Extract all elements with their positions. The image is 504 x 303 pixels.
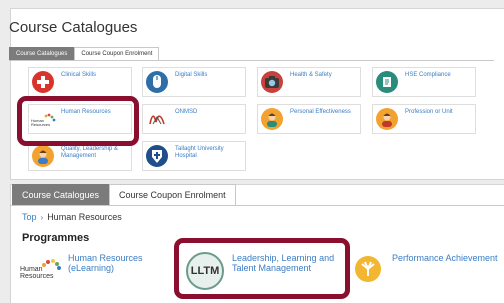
programme-label: Performance Achievement	[392, 253, 498, 263]
highlight-box-lltm	[174, 238, 350, 299]
top-tab-bar: Course Catalogues Course Coupon Enrolmen…	[9, 47, 160, 60]
catalogue-tile-personal-effectiveness[interactable]: Personal Effectiveness	[257, 104, 361, 134]
tab-course-coupon-enrolment[interactable]: Course Coupon Enrolment	[74, 47, 160, 60]
onmsd-logo	[146, 108, 168, 130]
tab-divider	[10, 205, 504, 206]
bottom-tab-bar: Course Catalogues Course Coupon Enrolmen…	[12, 184, 236, 206]
catalogue-tile-label: Health & Safety	[290, 72, 332, 78]
catalogue-tile-label: Tallaght University Hospital	[175, 146, 224, 159]
catalogue-tile-label: Digital Skills	[175, 72, 208, 78]
tab-course-catalogues[interactable]: Course Catalogues	[12, 184, 110, 206]
programme-label: Human Resources (eLearning)	[68, 253, 143, 273]
catalogue-tile-tallaght-university-hospital[interactable]: Tallaght University Hospital	[142, 141, 246, 171]
catalogue-tile-label: Clinical Skills	[61, 72, 97, 78]
breadcrumb-top-link[interactable]: Top	[22, 212, 37, 222]
person-icon	[261, 108, 283, 130]
catalogue-tile-onmsd[interactable]: ONMSD	[142, 104, 246, 134]
breadcrumb-separator: ›	[40, 212, 44, 222]
camera-icon	[261, 71, 283, 93]
tab-course-catalogues[interactable]: Course Catalogues	[9, 47, 75, 60]
catalogue-tile-label: Personal Effectiveness	[290, 109, 351, 115]
catalogue-tile-label: ONMSD	[175, 109, 198, 115]
catalogue-tile-profession-or-unit[interactable]: Profession or Unit	[372, 104, 476, 134]
catalogue-tile-health-safety[interactable]: Health & Safety	[257, 67, 361, 97]
programmes-heading: Programmes	[22, 232, 90, 244]
highlight-box-human-resources	[17, 96, 139, 146]
catalogue-tile-hse-compliance[interactable]: HSE Compliance	[372, 67, 476, 97]
tab-divider	[9, 60, 494, 61]
catalogue-tile-label: Quality, Leadership & Management	[61, 146, 118, 159]
catalogue-tile-digital-skills[interactable]: Digital Skills	[142, 67, 246, 97]
breadcrumb: Top › Human Resources	[22, 212, 122, 222]
mouse-icon	[146, 71, 168, 93]
programme-human-resources-elearning[interactable]: Human Resources Human Resources (eLearni…	[20, 250, 170, 292]
plus-icon	[32, 71, 54, 93]
programme-performance-achievement[interactable]: Performance Achievement	[355, 250, 503, 292]
human-resources-logo: Human Resources	[20, 256, 62, 286]
catalogue-tile-label: HSE Compliance	[405, 72, 451, 78]
hr-logo-text: Resources	[20, 273, 54, 280]
person-icon	[376, 108, 398, 130]
page-title: Course Catalogues	[9, 19, 138, 36]
tab-course-coupon-enrolment[interactable]: Course Coupon Enrolment	[109, 184, 236, 206]
document-icon	[376, 71, 398, 93]
hospital-crest-icon	[146, 145, 168, 167]
breadcrumb-current: Human Resources	[47, 212, 122, 222]
person-icon	[32, 145, 54, 167]
catalogue-tile-label: Profession or Unit	[405, 109, 453, 115]
hr-logo-text: Human	[20, 266, 43, 273]
performance-icon	[355, 256, 381, 282]
catalogue-tile-clinical-skills[interactable]: Clinical Skills	[28, 67, 132, 97]
